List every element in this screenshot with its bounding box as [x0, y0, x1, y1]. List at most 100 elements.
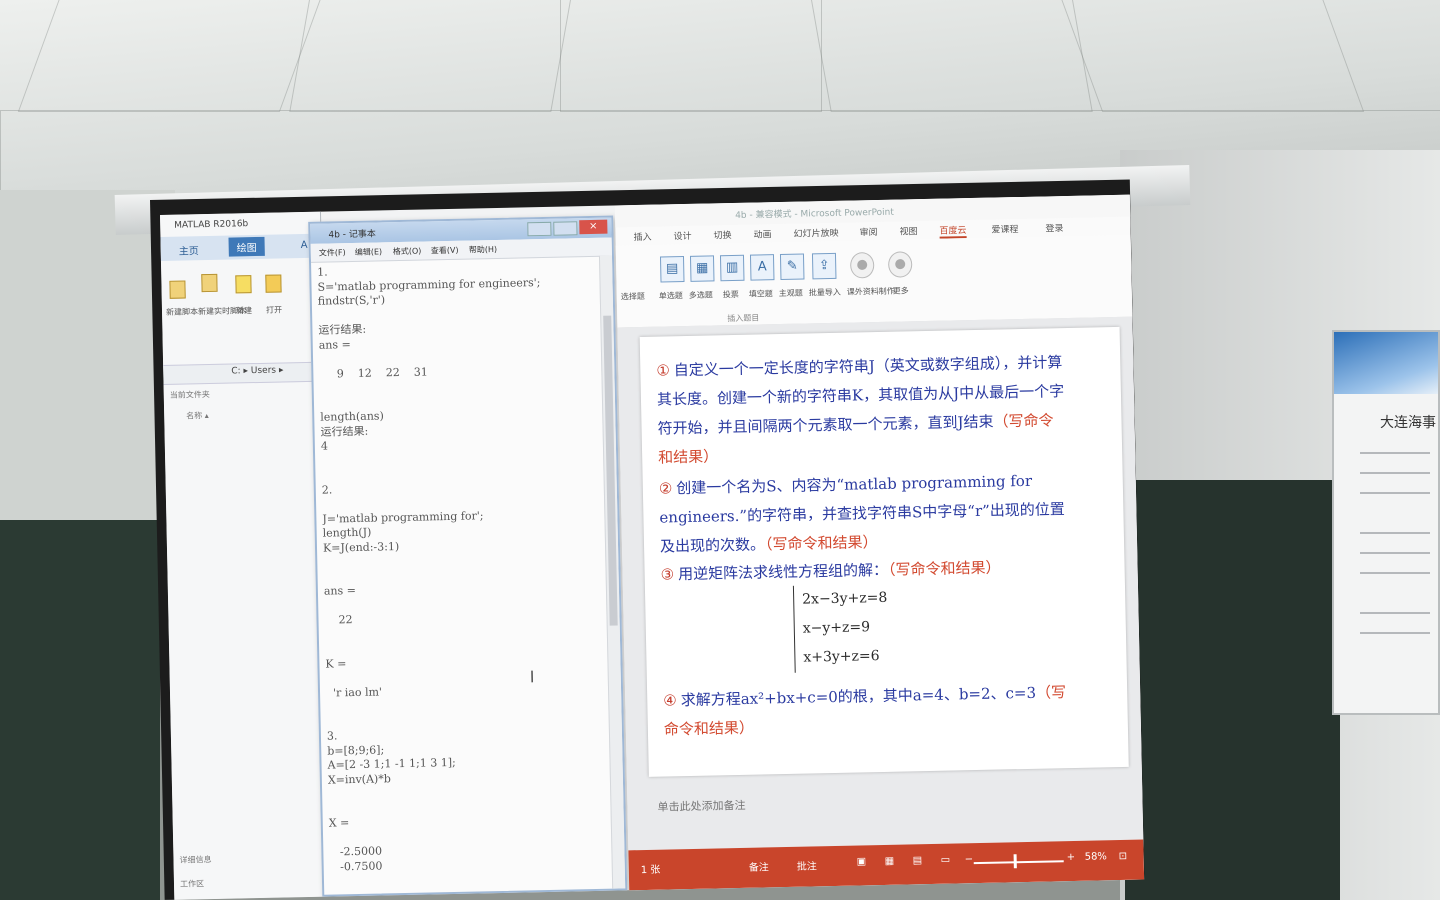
question-2: ② 创建一个名为S、内容为“matlab programming for engi…	[659, 466, 1071, 562]
current-folder-label: 当前文件夹	[169, 389, 210, 400]
notes-placeholder[interactable]: 单击此处添加备注	[657, 797, 745, 815]
tab-slideshow[interactable]: 幻灯片放映	[793, 226, 838, 240]
question-number: ②	[658, 479, 673, 498]
left-wall	[0, 190, 175, 520]
multi-choice-icon[interactable]: ▦	[689, 255, 715, 282]
notes-button[interactable]: 备注	[749, 858, 769, 873]
single-choice-icon[interactable]: ▤	[659, 256, 685, 283]
ribbon-group-label: 插入题目	[727, 313, 760, 324]
tab-view[interactable]: 视图	[899, 224, 917, 237]
name-column-header[interactable]: 名称 ▴	[186, 410, 209, 421]
notepad-title: 4b - 记事本	[328, 229, 376, 241]
tab-baiduyun[interactable]: 百度云	[939, 223, 967, 239]
zoom-level[interactable]: 58%	[1085, 851, 1107, 862]
slideshow-icon[interactable]: ▭	[941, 855, 951, 866]
zoom-in-icon[interactable]: +	[1067, 852, 1076, 863]
poster-title: 大连海事	[1380, 415, 1436, 431]
menu-edit[interactable]: 编辑(E)	[355, 246, 383, 258]
ceiling-tile	[289, 0, 573, 112]
zoom-slider[interactable]	[973, 860, 1064, 865]
tab-aikecheng[interactable]: 爱课程	[991, 222, 1018, 236]
equation-line: 2x−3y+z=8	[802, 589, 888, 608]
question-number: ③	[660, 565, 675, 584]
ppt-title: 4b - 兼容模式 - Microsoft PowerPoint	[735, 207, 894, 221]
question-number: ①	[656, 361, 671, 380]
tab-transitions[interactable]: 切换	[713, 228, 731, 241]
ribbon-label-multi: 多选题	[688, 290, 713, 300]
reading-view-icon[interactable]: ▤	[913, 855, 923, 866]
question-4: ④ 求解方程ax²+bx+c=0的根，其中a=4、b=2、c=3（写命令和结果）	[663, 678, 1074, 745]
ribbon-label-import: 批量导入	[808, 287, 841, 298]
left-blackboard	[0, 520, 160, 900]
tab-animations[interactable]: 动画	[753, 227, 771, 240]
menu-view[interactable]: 查看(V)	[431, 245, 459, 257]
equation-line: x−y+z=9	[802, 619, 871, 637]
text-cursor-icon: I	[529, 667, 535, 687]
sorter-view-icon[interactable]: ▦	[885, 856, 895, 867]
wall-poster: 大连海事	[1332, 330, 1440, 715]
normal-view-icon[interactable]: ▣	[857, 856, 867, 867]
matlab-tab-home[interactable]: 主页	[179, 242, 199, 257]
maximize-button[interactable]	[553, 221, 578, 236]
new-live-script-icon[interactable]	[201, 273, 218, 293]
minimize-button[interactable]	[527, 221, 552, 237]
slide-canvas[interactable]: ① 自定义一个一定长度的字符串J（英文或数字组成），并计算其长度。创建一个新的字符…	[639, 326, 1129, 777]
ribbon-label-more: 更多	[892, 286, 909, 296]
scrollbar-thumb[interactable]	[603, 315, 618, 626]
matlab-window[interactable]: MATLAB R2016b 主页 绘图 A 新建脚本 新建实时脚本 新建 打开 …	[160, 211, 336, 900]
poster-text-line	[1360, 552, 1430, 554]
fill-blank-icon[interactable]: A	[749, 254, 775, 281]
question-3-instruction: （写命令和结果）	[887, 558, 1001, 579]
projected-desktop: MATLAB R2016b 主页 绘图 A 新建脚本 新建实时脚本 新建 打开 …	[160, 194, 1145, 900]
tab-design[interactable]: 设计	[673, 229, 691, 242]
tab-login[interactable]: 登录	[1045, 221, 1063, 234]
close-button[interactable]: ×	[579, 219, 608, 235]
tab-insert[interactable]: 插入	[633, 230, 651, 243]
zoom-slider-knob[interactable]	[1013, 854, 1017, 869]
new-script-icon[interactable]	[169, 280, 186, 299]
zoom-out-icon[interactable]: −	[965, 854, 974, 865]
ceiling-tile	[1057, 0, 1365, 112]
matlab-title: MATLAB R2016b	[174, 219, 249, 231]
poster-text-line	[1360, 492, 1430, 494]
menu-help[interactable]: 帮助(H)	[469, 244, 497, 256]
ribbon-label-choice: 选择题	[620, 291, 645, 302]
comments-button[interactable]: 批注	[797, 857, 817, 872]
extra-material-icon[interactable]: ●	[849, 252, 875, 279]
ribbon-label-subjective: 主观题	[778, 288, 803, 299]
new-icon[interactable]	[235, 275, 252, 294]
batch-import-icon[interactable]: ⇪	[811, 252, 837, 280]
ribbon-label-material: 课外资料制作	[846, 286, 895, 297]
question-2-instruction: （写命令和结果）	[764, 533, 878, 554]
close-icon: ×	[589, 220, 598, 233]
matlab-tab-plots[interactable]: 绘图	[228, 236, 265, 257]
equation-system: 2x−3y+z=8 x−y+z=9 x+3y+z=6	[792, 583, 889, 673]
right-blackboard	[1125, 480, 1340, 900]
slide-counter: 1 张	[640, 864, 661, 877]
menu-file[interactable]: 文件(F)	[319, 247, 346, 259]
matlab-tab-apps[interactable]: A	[301, 240, 308, 251]
ceiling-tile	[17, 0, 325, 112]
more-icon[interactable]: ●	[887, 251, 913, 278]
tab-review[interactable]: 审阅	[859, 225, 877, 238]
poster-text-line	[1360, 612, 1430, 614]
poster-text-line	[1360, 532, 1430, 534]
ceiling-tile	[560, 0, 822, 112]
matlab-path-text[interactable]: C: ▸ Users ▸	[231, 365, 283, 376]
ribbon-label-single: 单选题	[658, 291, 683, 301]
powerpoint-window[interactable]: 4b - 兼容模式 - Microsoft PowerPoint 插入 设计 切…	[614, 194, 1145, 891]
question-4-text: 求解方程ax²+bx+c=0的根，其中a=4、b=2、c=3	[680, 683, 1037, 710]
ppt-ribbon: ▤ ▦ ▥ A ✎ ⇪ ● ● 选择题 单选题 多选题 投票 填空题 主观题 批…	[615, 234, 1133, 329]
notepad-window[interactable]: 4b - 记事本 × 文件(F) 编辑(E) 格式(O) 查看(V) 帮助(H)…	[308, 215, 628, 897]
open-folder-icon[interactable]	[265, 274, 282, 293]
notepad-text-area[interactable]: 1. S='matlab programming for engineers';…	[317, 260, 605, 876]
workspace-label: 工作区	[179, 879, 205, 889]
subjective-icon[interactable]: ✎	[779, 253, 805, 281]
fit-window-icon[interactable]: ⊡	[1119, 851, 1128, 862]
poster-banner	[1334, 332, 1438, 394]
vote-icon[interactable]: ▥	[719, 254, 745, 282]
new-label: 新建	[235, 306, 253, 316]
menu-format[interactable]: 格式(O)	[393, 246, 422, 258]
ribbon-label-vote: 投票	[722, 289, 739, 300]
question-number: ④	[663, 691, 677, 710]
